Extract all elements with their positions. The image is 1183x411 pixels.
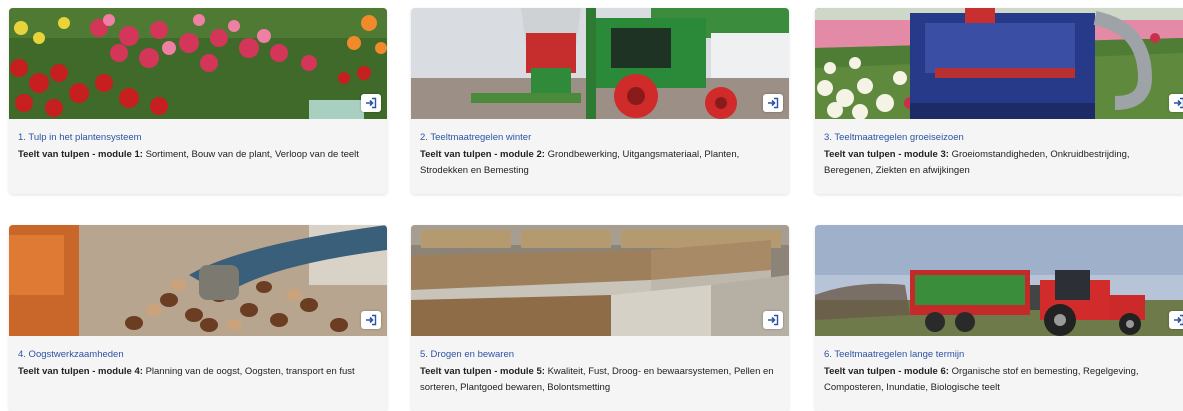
module-description: Teelt van tulpen - module 2: Grondbewerk… — [420, 147, 777, 179]
open-module-button[interactable] — [1169, 94, 1183, 112]
open-module-button[interactable] — [361, 311, 381, 329]
open-module-button[interactable] — [1169, 311, 1183, 329]
module-label: Teelt van tulpen - module 1: — [18, 149, 143, 160]
module-card-6[interactable]: 6. Teeltmaatregelen lange termijn Teelt … — [815, 225, 1183, 411]
bulb-storage-image[interactable] — [411, 225, 789, 336]
bulb-harvest-image[interactable] — [9, 225, 387, 336]
enter-icon — [768, 314, 779, 326]
enter-icon — [1174, 314, 1183, 326]
module-title-link[interactable]: 2. Teeltmaatregelen winter — [420, 131, 777, 145]
module-title-link[interactable]: 3. Teeltmaatregelen groeiseizoen — [824, 131, 1171, 145]
green-tractor-image[interactable] — [411, 8, 789, 119]
open-module-button[interactable] — [361, 94, 381, 112]
module-topics: Sortiment, Bouw van de plant, Verloop va… — [145, 149, 359, 160]
enter-icon — [366, 314, 377, 326]
module-label: Teelt van tulpen - module 6: — [824, 366, 949, 377]
module-description: Teelt van tulpen - module 4: Planning va… — [18, 364, 375, 380]
module-card-4[interactable]: 4. Oogstwerkzaamheden Teelt van tulpen -… — [9, 225, 387, 411]
module-title-link[interactable]: 1. Tulp in het plantensysteem — [18, 131, 375, 145]
module-description: Teelt van tulpen - module 5: Kwaliteit, … — [420, 364, 777, 396]
open-module-button[interactable] — [763, 311, 783, 329]
module-label: Teelt van tulpen - module 3: — [824, 149, 949, 160]
module-label: Teelt van tulpen - module 4: — [18, 366, 143, 377]
module-card-1[interactable]: 1. Tulp in het plantensysteem Teelt van … — [9, 8, 387, 194]
module-description: Teelt van tulpen - module 1: Sortiment, … — [18, 147, 375, 163]
module-card-2[interactable]: 2. Teeltmaatregelen winter Teelt van tul… — [411, 8, 789, 194]
module-title-link[interactable]: 6. Teeltmaatregelen lange termijn — [824, 348, 1171, 362]
enter-icon — [1174, 97, 1183, 109]
module-label: Teelt van tulpen - module 2: — [420, 149, 545, 160]
module-title-link[interactable]: 4. Oogstwerkzaamheden — [18, 348, 375, 362]
enter-icon — [366, 97, 377, 109]
red-tractor-image[interactable] — [815, 225, 1183, 336]
module-description: Teelt van tulpen - module 6: Organische … — [824, 364, 1171, 396]
tulip-field-image[interactable] — [9, 8, 387, 119]
module-card-3[interactable]: 3. Teeltmaatregelen groeiseizoen Teelt v… — [815, 8, 1183, 194]
module-topics: Planning van de oogst, Oogsten, transpor… — [145, 366, 355, 377]
module-title-link[interactable]: 5. Drogen en bewaren — [420, 348, 777, 362]
module-label: Teelt van tulpen - module 5: — [420, 366, 545, 377]
blue-harvester-image[interactable] — [815, 8, 1183, 119]
module-card-5[interactable]: 5. Drogen en bewaren Teelt van tulpen - … — [411, 225, 789, 411]
enter-icon — [768, 97, 779, 109]
open-module-button[interactable] — [763, 94, 783, 112]
module-description: Teelt van tulpen - module 3: Groeiomstan… — [824, 147, 1171, 179]
